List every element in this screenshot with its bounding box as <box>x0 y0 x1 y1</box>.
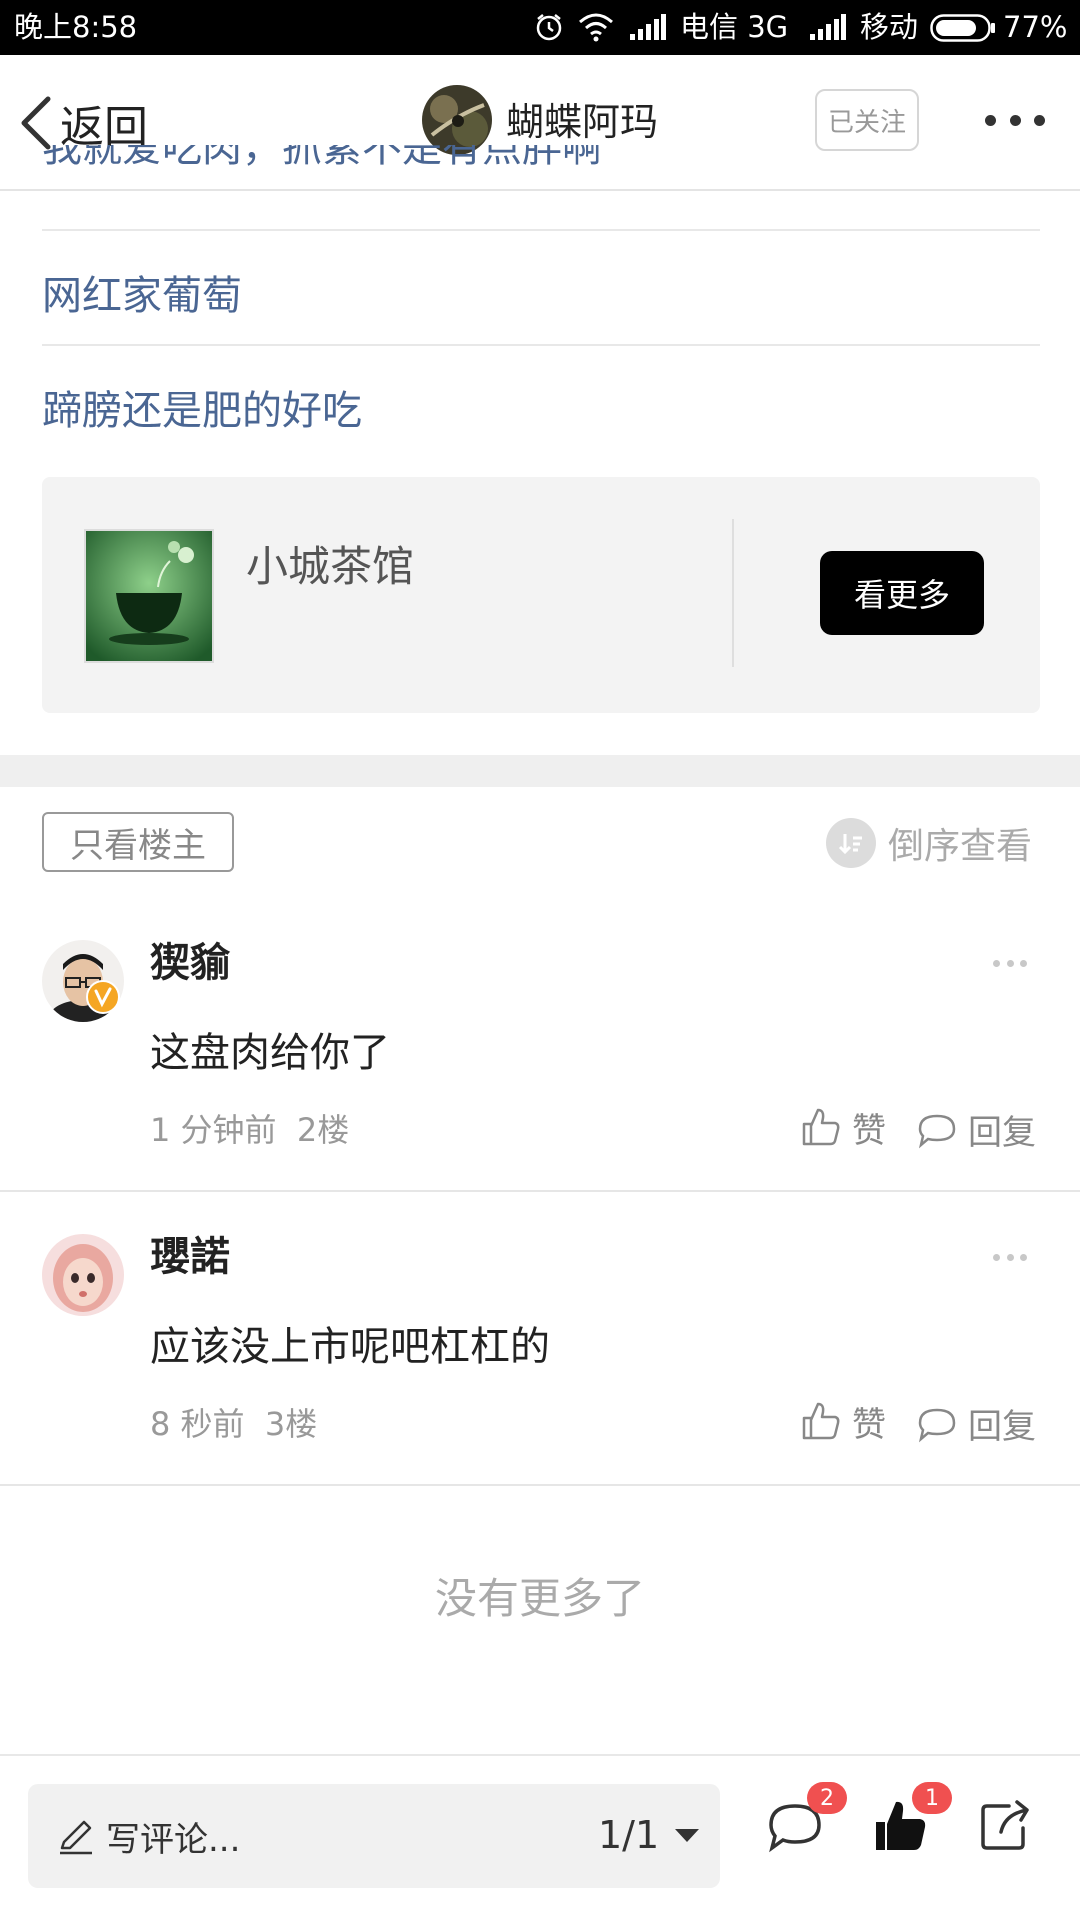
follow-button[interactable]: 已关注 <box>815 89 919 151</box>
sort-icon <box>826 818 876 868</box>
page-indicator: 1/1 <box>598 1813 660 1857</box>
topic-row[interactable]: 网红家葡萄 <box>42 229 1040 346</box>
card-divider <box>732 519 734 667</box>
comment-time: 8 秒前 <box>150 1405 245 1443</box>
comment-meta: 1 分钟前 2楼 <box>150 1105 349 1151</box>
reply-button[interactable]: 回复 <box>916 1104 1036 1154</box>
thumbs-up-icon <box>802 1402 840 1440</box>
comment-time: 1 分钟前 <box>150 1111 277 1149</box>
reply-label: 回复 <box>968 1406 1036 1447</box>
alarm-icon <box>536 14 562 41</box>
share-icon <box>981 1800 1029 1850</box>
write-comment-placeholder: 写评论... <box>106 1819 241 1860</box>
comment-meta: 8 秒前 3楼 <box>150 1399 317 1445</box>
pencil-icon <box>60 1820 92 1855</box>
thumbs-up-icon <box>802 1108 840 1146</box>
topic-link[interactable]: 网红家葡萄 <box>42 263 242 321</box>
channel-card[interactable]: 小城茶馆 看更多 <box>42 477 1040 713</box>
reverse-order-button[interactable]: 倒序查看 <box>826 815 1032 871</box>
like-button[interactable]: 赞 <box>800 1102 886 1152</box>
reply-label: 回复 <box>968 1112 1036 1153</box>
speech-bubble-icon <box>918 1408 956 1443</box>
back-button[interactable]: 返回 <box>18 93 148 153</box>
carrier-2: 移动 <box>860 10 919 44</box>
caret-down-icon <box>675 1828 700 1842</box>
status-bar: 晚上8:58 电信 3G 移动 77% <box>0 0 1080 55</box>
see-more-button[interactable]: 看更多 <box>820 551 984 635</box>
page-selector[interactable]: 1/1 <box>598 1810 700 1860</box>
speech-bubble-icon <box>918 1114 956 1149</box>
reply-button[interactable]: 回复 <box>916 1398 1036 1448</box>
comment-floor: 2楼 <box>296 1111 350 1149</box>
comment-floor: 3楼 <box>264 1405 318 1443</box>
comment-text: 应该没上市呢吧杠杠的 <box>150 1324 550 1370</box>
comment-count-badge: 2 <box>807 1782 847 1814</box>
comment-text: 这盘肉给你了 <box>150 1030 390 1076</box>
comment-more-icon[interactable] <box>993 1254 1027 1262</box>
comment-separator <box>0 1190 1080 1192</box>
status-time: 晚上8:58 <box>14 10 138 44</box>
topic-row[interactable]: 蹄膀还是肥的好吃 <box>42 344 1040 456</box>
comment-item: 猰貐 这盘肉给你了 1 分钟前 2楼 赞 回复 <box>0 920 1080 1192</box>
topic-link[interactable]: 蹄膀还是肥的好吃 <box>42 378 362 436</box>
share-button[interactable] <box>975 1796 1039 1860</box>
comment-input-box[interactable]: 写评论... 1/1 <box>28 1784 720 1888</box>
wifi-icon <box>579 13 613 42</box>
signal-icon-2 <box>810 14 846 40</box>
chevron-left-icon <box>21 96 51 150</box>
sort-label: 倒序查看 <box>888 826 1033 867</box>
owner-only-button[interactable]: 只看楼主 <box>42 812 234 872</box>
comment-more-icon[interactable] <box>993 960 1027 968</box>
section-divider <box>0 755 1080 787</box>
carrier-1: 电信 3G <box>680 10 789 44</box>
author-name[interactable]: 蝴蝶阿玛 <box>506 97 658 147</box>
partially-hidden-topic-link[interactable]: 我就爱吃肉，抓紧不是有点胖啊 <box>42 145 602 187</box>
commenter-avatar[interactable] <box>42 1234 124 1316</box>
channel-title: 小城茶馆 <box>246 542 415 591</box>
like-count-badge: 1 <box>912 1782 952 1814</box>
like-post-button[interactable]: 1 <box>870 1782 952 1860</box>
like-button[interactable]: 赞 <box>800 1396 886 1446</box>
channel-thumbnail <box>84 529 214 663</box>
commenter-name[interactable]: 瓔諾 <box>150 1224 230 1282</box>
verified-badge-icon <box>86 980 120 1014</box>
signal-icon-1 <box>630 14 666 40</box>
comment-item: 瓔諾 应该没上市呢吧杠杠的 8 秒前 3楼 赞 回复 <box>0 1214 1080 1486</box>
bottom-action-bar: 写评论... 1/1 2 1 <box>0 1754 1080 1922</box>
like-label: 赞 <box>852 1404 886 1445</box>
comment-separator <box>0 1484 1080 1486</box>
like-label: 赞 <box>852 1110 886 1151</box>
battery-icon <box>930 14 995 42</box>
more-options-icon[interactable] <box>985 105 1045 135</box>
battery-percent: 77% <box>1003 10 1068 44</box>
write-comment-field[interactable]: 写评论... <box>56 1814 241 1860</box>
commenter-name[interactable]: 猰貐 <box>150 930 230 988</box>
comments-button[interactable]: 2 <box>765 1782 847 1860</box>
no-more-indicator: 没有更多了 <box>434 1574 645 1623</box>
